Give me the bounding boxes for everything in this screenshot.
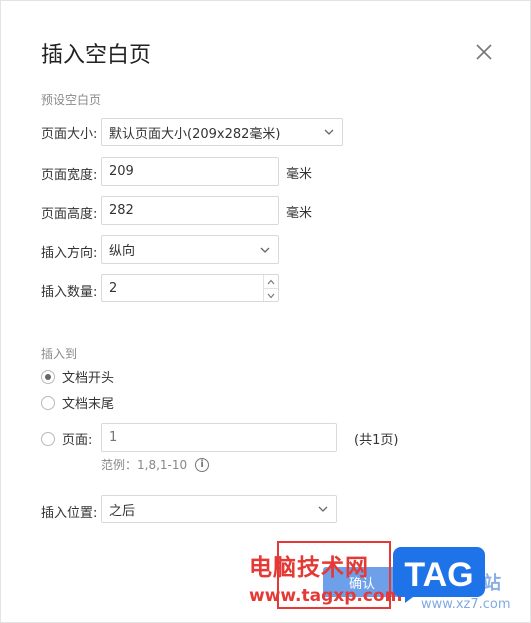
radio-checked-icon[interactable] xyxy=(41,369,55,384)
count-stepper[interactable] xyxy=(101,274,279,302)
tag-logo: TAG xyxy=(393,547,485,603)
page-number-field[interactable] xyxy=(109,424,336,451)
increment-icon[interactable] xyxy=(264,275,278,289)
page-size-select[interactable]: 默认页面大小(209x282毫米) xyxy=(101,118,343,146)
page-width-label: 页面宽度: xyxy=(41,168,98,183)
direction-select[interactable]: 纵向 xyxy=(101,235,279,264)
count-field[interactable] xyxy=(109,275,278,301)
chevron-down-icon xyxy=(260,247,270,253)
radio-doc-start[interactable]: 文档开头 xyxy=(41,367,114,386)
page-height-field[interactable] xyxy=(109,197,278,224)
watermark-url: www.tagxp.com xyxy=(249,586,403,606)
page-number-input[interactable] xyxy=(101,423,337,452)
radio-unchecked-icon[interactable] xyxy=(41,431,55,446)
preset-section-label: 预设空白页 xyxy=(41,93,102,107)
total-pages: (共1页) xyxy=(354,433,399,448)
dialog-title: 插入空白页 xyxy=(41,43,152,68)
page-width-field[interactable] xyxy=(109,158,278,185)
example-text: 范例：1,8,1-10 xyxy=(101,458,188,472)
position-label: 插入位置: xyxy=(41,506,98,521)
watermark-site-name: 电脑技术网 xyxy=(249,555,369,581)
radio-doc-end[interactable]: 文档末尾 xyxy=(41,393,114,412)
watermark-side-text: 站 xyxy=(483,573,501,594)
chevron-down-icon xyxy=(318,506,328,512)
radio-page[interactable]: 页面: xyxy=(41,429,92,448)
radio-page-label: 页面: xyxy=(62,433,93,448)
example-hint: 范例：1,8,1-10 i xyxy=(101,456,210,473)
radio-doc-start-label: 文档开头 xyxy=(62,371,115,386)
position-select[interactable]: 之后 xyxy=(101,495,337,523)
page-size-value: 默认页面大小(209x282毫米) xyxy=(109,126,281,142)
close-icon[interactable] xyxy=(473,41,495,63)
page-size-label: 页面大小: xyxy=(41,127,98,142)
radio-doc-end-label: 文档末尾 xyxy=(62,397,115,412)
page-height-unit: 毫米 xyxy=(286,206,313,221)
page-height-input[interactable] xyxy=(101,196,279,225)
count-label: 插入数量: xyxy=(41,285,98,300)
chevron-down-icon xyxy=(324,129,334,135)
page-width-unit: 毫米 xyxy=(286,167,313,182)
direction-label: 插入方向: xyxy=(41,246,98,261)
info-icon[interactable]: i xyxy=(195,457,210,472)
page-height-label: 页面高度: xyxy=(41,207,98,222)
direction-value: 纵向 xyxy=(109,244,136,259)
position-value: 之后 xyxy=(109,503,136,519)
count-stepper-controls xyxy=(263,275,278,301)
radio-unchecked-icon[interactable] xyxy=(41,395,55,410)
watermark-small-url: www.xz7.com xyxy=(421,597,511,612)
insert-to-section-label: 插入到 xyxy=(41,347,78,361)
insert-blank-page-dialog: 插入空白页 预设空白页 页面大小: 默认页面大小(209x282毫米) 页面宽度… xyxy=(0,0,531,623)
tag-logo-text: TAG xyxy=(404,556,473,594)
page-width-input[interactable] xyxy=(101,157,279,186)
decrement-icon[interactable] xyxy=(264,289,278,302)
